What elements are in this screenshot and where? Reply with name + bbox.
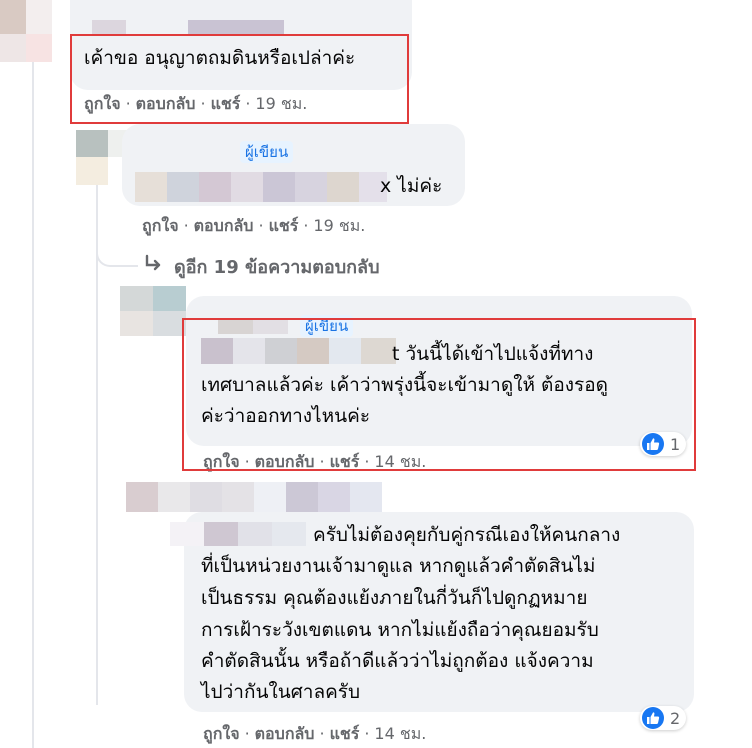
comment-text: x ไม่ค่ะ: [380, 175, 443, 197]
comment-text-line: ไปว่ากันในศาลครับ: [201, 681, 361, 703]
share-link[interactable]: แชร์: [330, 724, 360, 743]
like-link[interactable]: ถูกใจ: [142, 216, 179, 235]
like-link[interactable]: ถูกใจ: [203, 724, 240, 743]
view-more-replies-link[interactable]: ดูอีก 19 ข้อความตอบกลับ: [174, 252, 380, 281]
comment-actions: ถูกใจ · ตอบกลับ · แชร์ · 14 ชม.: [203, 724, 427, 743]
reply-link[interactable]: ตอบกลับ: [255, 724, 315, 743]
reply-link[interactable]: ตอบกลับ: [194, 216, 254, 235]
timestamp[interactable]: 19 ชม.: [313, 216, 365, 235]
thread-line-replies: [96, 185, 98, 705]
reply-arrow-icon: [142, 253, 164, 275]
thread-connector: [96, 225, 138, 267]
author-badge: ผู้เขียน: [240, 141, 294, 163]
highlight-box: [182, 318, 696, 471]
share-link[interactable]: แชร์: [269, 216, 299, 235]
comment-text-line: คำตัดสินนั้น หรือถ้าดีแล้วว่าไม่ถูกต้อง …: [201, 650, 594, 672]
comment-actions: ถูกใจ · ตอบกลับ · แชร์ · 19 ชม.: [142, 216, 366, 235]
avatar[interactable]: [0, 0, 52, 62]
avatar[interactable]: [120, 286, 186, 336]
comment-text-line: การเฝ้าระวังเขตแดน หากไม่แย้งถือว่าคุณยอ…: [201, 619, 599, 641]
comment-text-line: เป็นธรรม คุณต้องแย้งภายในกี่วันก็ไปดูกฏห…: [201, 587, 588, 609]
comment-text-line: ที่เป็นหน่วยงานเจ้ามาดูแล หากดูแล้วคำตัด…: [201, 555, 596, 577]
highlight-box: [70, 34, 409, 124]
reaction-number: 2: [670, 708, 681, 728]
thread-line-main: [32, 40, 34, 748]
reaction-count[interactable]: 2: [640, 706, 687, 730]
comment-text-line: ครับไม่ต้องคุยกับคู่กรณีเองให้คนกลาง: [313, 524, 621, 546]
blurred-author-name: [170, 522, 306, 546]
avatar[interactable]: [126, 482, 382, 512]
blurred-comment-text: [135, 172, 387, 204]
thumbs-up-icon: [642, 707, 664, 729]
timestamp[interactable]: 14 ชม.: [374, 724, 426, 743]
